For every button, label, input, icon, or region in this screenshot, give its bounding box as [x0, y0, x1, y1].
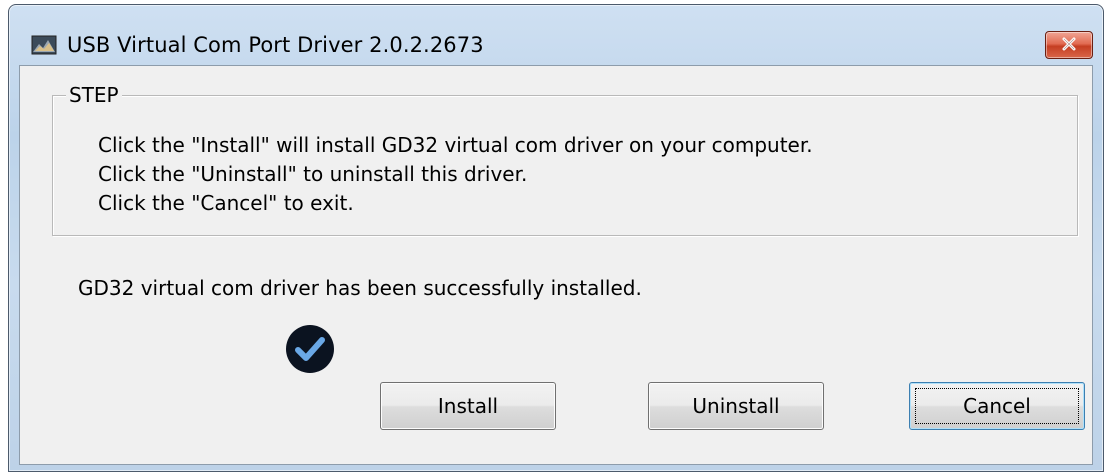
- uninstall-button[interactable]: Uninstall: [648, 382, 824, 430]
- close-button[interactable]: [1045, 31, 1093, 59]
- title-bar[interactable]: USB Virtual Com Port Driver 2.0.2.2673: [9, 5, 1103, 65]
- status-message: GD32 virtual com driver has been success…: [78, 276, 642, 300]
- step-groupbox: STEP Click the "Install" will install GD…: [52, 82, 1078, 236]
- dialog-client-area: STEP Click the "Install" will install GD…: [19, 65, 1093, 465]
- step-legend: STEP: [66, 82, 122, 108]
- cancel-button[interactable]: Cancel: [909, 382, 1085, 430]
- step-line-uninstall: Click the "Uninstall" to uninstall this …: [98, 162, 528, 186]
- step-line-cancel: Click the "Cancel" to exit.: [98, 191, 354, 215]
- step-line-install: Click the "Install" will install GD32 vi…: [98, 133, 813, 157]
- install-button[interactable]: Install: [380, 382, 556, 430]
- window-title: USB Virtual Com Port Driver 2.0.2.2673: [67, 33, 484, 57]
- installer-icon: [31, 34, 57, 56]
- checkmark-icon: [284, 323, 336, 375]
- installer-window: USB Virtual Com Port Driver 2.0.2.2673 S…: [8, 4, 1104, 472]
- cancel-button-label: Cancel: [963, 394, 1031, 418]
- close-icon: [1061, 36, 1077, 55]
- step-instructions: Click the "Install" will install GD32 vi…: [98, 131, 813, 218]
